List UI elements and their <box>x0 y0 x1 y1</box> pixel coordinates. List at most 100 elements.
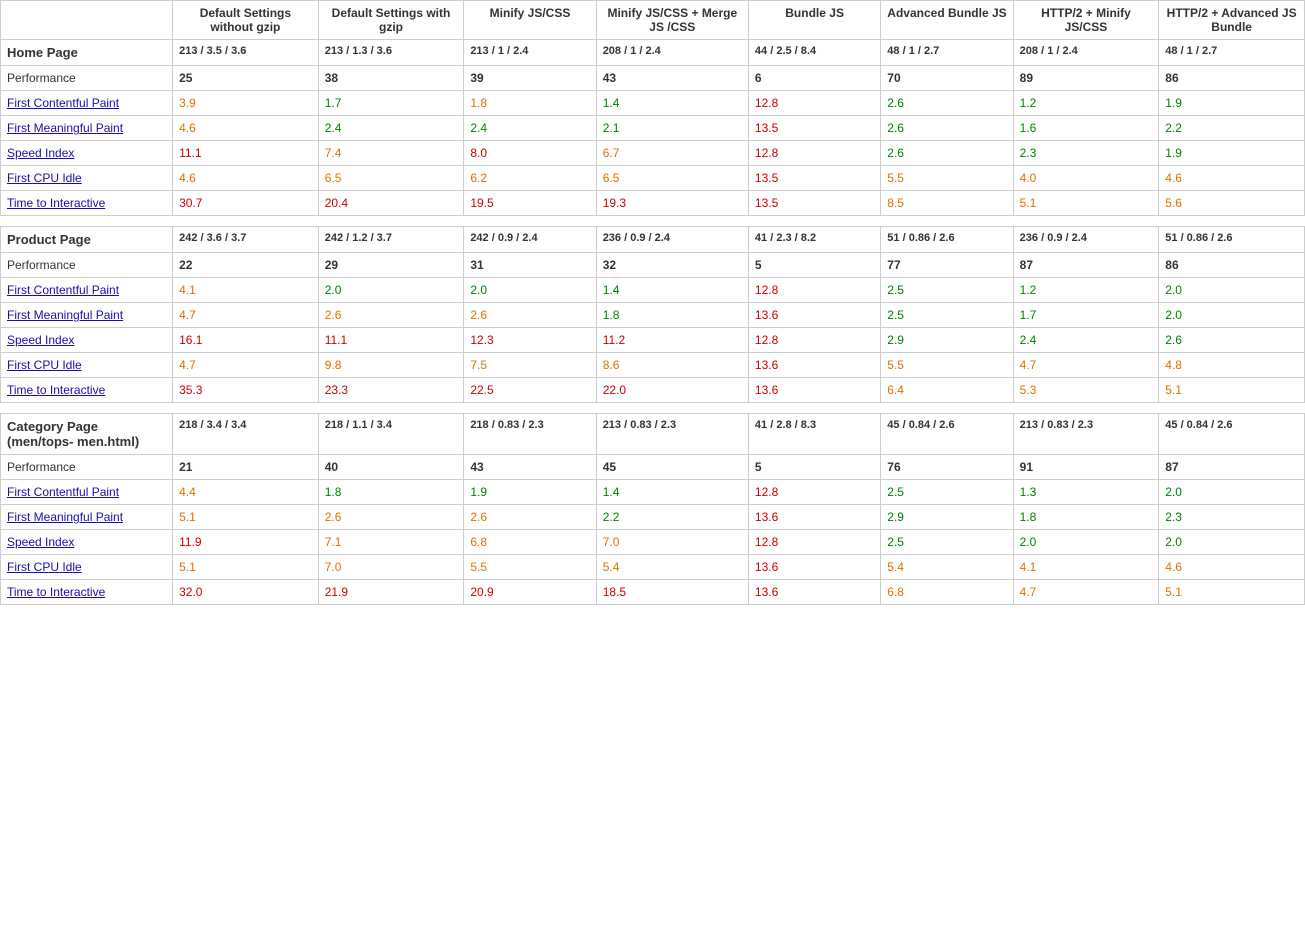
fci-value-1-3: 8.6 <box>596 353 748 378</box>
section-requests-1-7: 51 / 0.86 / 2.6 <box>1159 227 1305 253</box>
fcp-value-2-6: 1.3 <box>1013 480 1159 505</box>
tti-value-0-3: 19.3 <box>596 191 748 216</box>
tti-row-2: Time to Interactive32.021.920.918.513.66… <box>1 580 1305 605</box>
si-value-2-3: 7.0 <box>596 530 748 555</box>
si-value-0-5: 2.6 <box>881 141 1013 166</box>
fci-row-1: First CPU Idle4.79.87.58.613.65.54.74.8 <box>1 353 1305 378</box>
fci-label-1[interactable]: First CPU Idle <box>1 353 173 378</box>
fmp-row-0: First Meaningful Paint4.62.42.42.113.52.… <box>1 116 1305 141</box>
col-header-6: Advanced Bundle JS <box>881 1 1013 40</box>
fmp-value-1-4: 13.6 <box>748 303 880 328</box>
fci-value-0-5: 5.5 <box>881 166 1013 191</box>
fmp-label-1[interactable]: First Meaningful Paint <box>1 303 173 328</box>
performance-value-2-5: 76 <box>881 455 1013 480</box>
fmp-value-0-6: 1.6 <box>1013 116 1159 141</box>
fmp-row-2: First Meaningful Paint5.12.62.62.213.62.… <box>1 505 1305 530</box>
fmp-value-2-2: 2.6 <box>464 505 596 530</box>
fmp-value-1-0: 4.7 <box>173 303 319 328</box>
fci-value-0-4: 13.5 <box>748 166 880 191</box>
si-label-1[interactable]: Speed Index <box>1 328 173 353</box>
fmp-value-0-1: 2.4 <box>318 116 464 141</box>
tti-value-0-7: 5.6 <box>1159 191 1305 216</box>
fmp-value-0-0: 4.6 <box>173 116 319 141</box>
performance-value-0-6: 89 <box>1013 66 1159 91</box>
fci-value-0-7: 4.6 <box>1159 166 1305 191</box>
tti-value-0-5: 8.5 <box>881 191 1013 216</box>
si-label-2[interactable]: Speed Index <box>1 530 173 555</box>
section-requests-1-0: 242 / 3.6 / 3.7 <box>173 227 319 253</box>
tti-value-0-2: 19.5 <box>464 191 596 216</box>
section-requests-0-0: 213 / 3.5 / 3.6 <box>173 40 319 66</box>
section-requests-1-1: 242 / 1.2 / 3.7 <box>318 227 464 253</box>
col-header-0 <box>1 1 173 40</box>
tti-label-1[interactable]: Time to Interactive <box>1 378 173 403</box>
performance-label-0: Performance <box>1 66 173 91</box>
si-value-0-4: 12.8 <box>748 141 880 166</box>
section-requests-0-7: 48 / 1 / 2.7 <box>1159 40 1305 66</box>
fcp-label-2[interactable]: First Contentful Paint <box>1 480 173 505</box>
fmp-value-2-7: 2.3 <box>1159 505 1305 530</box>
performance-value-2-7: 87 <box>1159 455 1305 480</box>
tti-label-2[interactable]: Time to Interactive <box>1 580 173 605</box>
section-requests-1-6: 236 / 0.9 / 2.4 <box>1013 227 1159 253</box>
col-header-3: Minify JS/CSS <box>464 1 596 40</box>
fcp-label-0[interactable]: First Contentful Paint <box>1 91 173 116</box>
performance-value-1-6: 87 <box>1013 253 1159 278</box>
si-value-1-6: 2.4 <box>1013 328 1159 353</box>
fcp-label-1[interactable]: First Contentful Paint <box>1 278 173 303</box>
tti-value-1-2: 22.5 <box>464 378 596 403</box>
si-value-0-7: 1.9 <box>1159 141 1305 166</box>
tti-value-2-7: 5.1 <box>1159 580 1305 605</box>
si-label-0[interactable]: Speed Index <box>1 141 173 166</box>
section-header-1: Product Page242 / 3.6 / 3.7242 / 1.2 / 3… <box>1 227 1305 253</box>
performance-value-1-5: 77 <box>881 253 1013 278</box>
fcp-value-2-3: 1.4 <box>596 480 748 505</box>
fmp-label-2[interactable]: First Meaningful Paint <box>1 505 173 530</box>
fcp-value-2-5: 2.5 <box>881 480 1013 505</box>
fcp-value-0-7: 1.9 <box>1159 91 1305 116</box>
tti-value-1-4: 13.6 <box>748 378 880 403</box>
fcp-value-0-4: 12.8 <box>748 91 880 116</box>
performance-value-0-5: 70 <box>881 66 1013 91</box>
fcp-value-1-1: 2.0 <box>318 278 464 303</box>
si-value-2-2: 6.8 <box>464 530 596 555</box>
performance-value-1-2: 31 <box>464 253 596 278</box>
fci-value-0-0: 4.6 <box>173 166 319 191</box>
si-value-2-4: 12.8 <box>748 530 880 555</box>
fcp-value-2-7: 2.0 <box>1159 480 1305 505</box>
tti-row-0: Time to Interactive30.720.419.519.313.58… <box>1 191 1305 216</box>
fci-label-2[interactable]: First CPU Idle <box>1 555 173 580</box>
fci-row-2: First CPU Idle5.17.05.55.413.65.44.14.6 <box>1 555 1305 580</box>
fci-label-0[interactable]: First CPU Idle <box>1 166 173 191</box>
tti-label-0[interactable]: Time to Interactive <box>1 191 173 216</box>
fci-value-1-5: 5.5 <box>881 353 1013 378</box>
fcp-row-0: First Contentful Paint3.91.71.81.412.82.… <box>1 91 1305 116</box>
fmp-label-0[interactable]: First Meaningful Paint <box>1 116 173 141</box>
section-header-0: Home Page213 / 3.5 / 3.6213 / 1.3 / 3.62… <box>1 40 1305 66</box>
performance-value-1-4: 5 <box>748 253 880 278</box>
performance-value-2-3: 45 <box>596 455 748 480</box>
spacer-0 <box>1 216 1305 227</box>
fci-value-2-3: 5.4 <box>596 555 748 580</box>
si-value-0-1: 7.4 <box>318 141 464 166</box>
tti-value-1-1: 23.3 <box>318 378 464 403</box>
fmp-row-1: First Meaningful Paint4.72.62.61.813.62.… <box>1 303 1305 328</box>
section-requests-2-1: 218 / 1.1 / 3.4 <box>318 414 464 455</box>
fci-value-2-6: 4.1 <box>1013 555 1159 580</box>
fcp-value-2-0: 4.4 <box>173 480 319 505</box>
fmp-value-0-2: 2.4 <box>464 116 596 141</box>
section-requests-0-6: 208 / 1 / 2.4 <box>1013 40 1159 66</box>
fmp-value-2-1: 2.6 <box>318 505 464 530</box>
si-row-1: Speed Index16.111.112.311.212.82.92.42.6 <box>1 328 1305 353</box>
performance-value-0-0: 25 <box>173 66 319 91</box>
fcp-value-0-3: 1.4 <box>596 91 748 116</box>
fmp-value-2-0: 5.1 <box>173 505 319 530</box>
fcp-value-0-1: 1.7 <box>318 91 464 116</box>
section-requests-2-6: 213 / 0.83 / 2.3 <box>1013 414 1159 455</box>
section-header-2: Category Page (men/tops- men.html)218 / … <box>1 414 1305 455</box>
fmp-value-0-5: 2.6 <box>881 116 1013 141</box>
section-requests-0-4: 44 / 2.5 / 8.4 <box>748 40 880 66</box>
fmp-value-2-6: 1.8 <box>1013 505 1159 530</box>
fcp-value-1-4: 12.8 <box>748 278 880 303</box>
fmp-value-2-5: 2.9 <box>881 505 1013 530</box>
